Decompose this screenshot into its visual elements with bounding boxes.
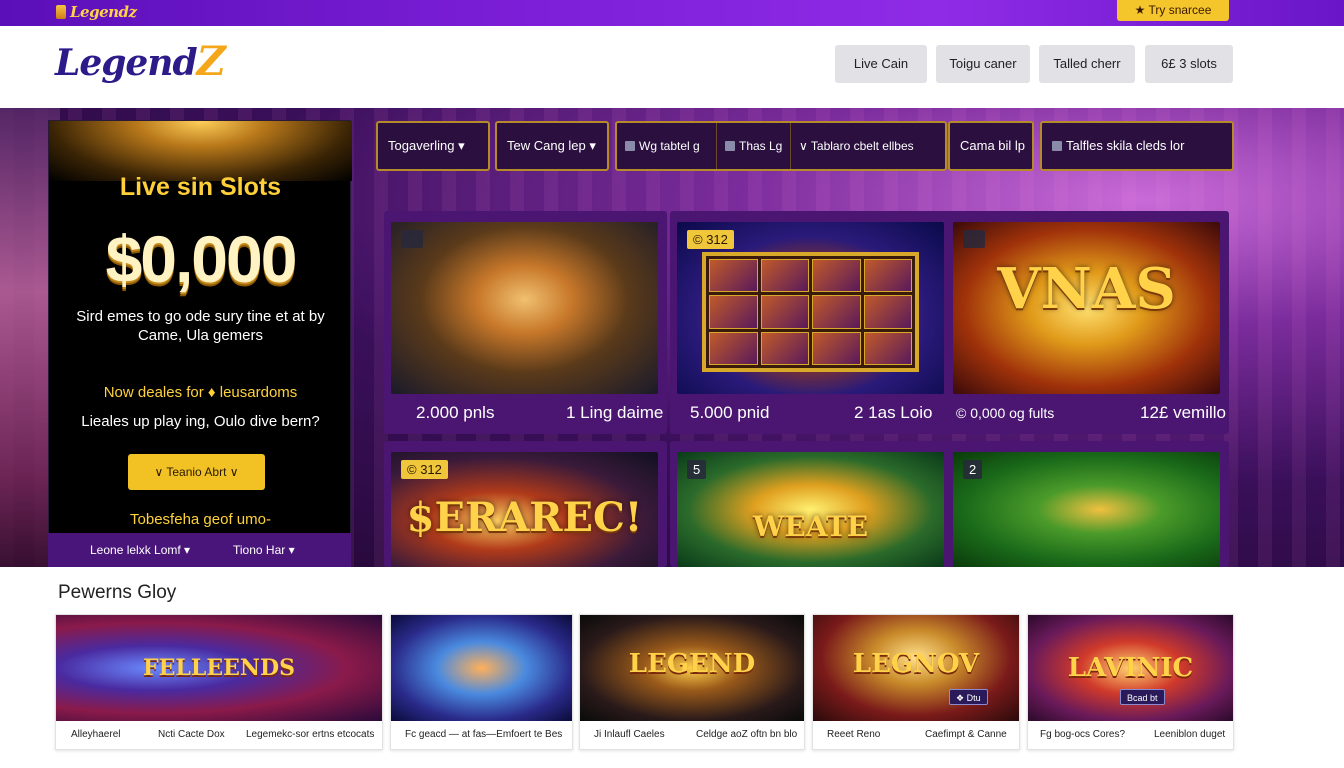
bottom-card-3[interactable]: LEGEND Ji Inlaufl Caeles Celdge aoZ oftn…: [579, 614, 805, 750]
filter-chip-1[interactable]: Wg tabtel g: [617, 123, 717, 169]
nav-talled-cherr[interactable]: Talled cherr: [1039, 45, 1135, 83]
promo-white-line: Lieales up play ing, Oulo dive bern?: [81, 413, 320, 430]
bottom-extra-label-1: Fg bog-ocs Cores?: [1040, 729, 1126, 740]
bottom-4-label-left: Ji Inlaufl Caeles: [594, 729, 665, 740]
game-1-left-meta: 2.000 pnls: [416, 403, 495, 422]
game-art-3: VNAS: [953, 222, 1220, 394]
bottom-4-label-right: Celdge aoZ oftn bn blo: [696, 729, 798, 740]
game-1-right-meta: 1 Ling daime: [566, 403, 664, 422]
filter-chip-3[interactable]: ∨ Tablaro cbelt ellbes: [791, 123, 945, 169]
bottom-extra-label-2: Leeniblon duget: [1154, 729, 1226, 740]
filter-chip-group: Wg tabtel g Thas Lg ∨ Tablaro cbelt ellb…: [615, 121, 947, 171]
logo-text: Legend: [55, 42, 198, 84]
promo-panel: Live sin Slots $0,000 Sird emes to go od…: [48, 120, 352, 567]
game-4-art-text: $ERAREC!: [406, 494, 643, 541]
bottom-3-label-left: Fc geacd — at fas—Emfoert te Bes: [405, 729, 563, 740]
bottom-1-label-right: Ncti Cacte Dox: [158, 729, 225, 740]
top-strip: Legendz ★ Try snarcee: [0, 0, 1344, 26]
bottom-5-chip[interactable]: Bcad bt: [1120, 689, 1165, 705]
bottom-1-label-left: Alleyhaerel: [71, 729, 121, 740]
hero-section: Live sin Slots $0,000 Sird emes to go od…: [0, 108, 1344, 567]
bottom-4-art-text: LEGNOV: [852, 649, 980, 679]
game-card-3[interactable]: VNAS © 0,000 og fults 12£ vemillo: [946, 211, 1229, 434]
game-art-1: [391, 222, 658, 394]
filter-dropdown-3[interactable]: Cama bil lp: [948, 121, 1034, 171]
bottom-art-1: FELLEENDS: [56, 615, 382, 721]
search-icon: [1052, 141, 1062, 151]
game-3-left-meta: © 0,000 og fults: [956, 405, 1055, 421]
game-badge-5: 5: [687, 460, 707, 479]
promo-amount: $0,000: [105, 222, 298, 296]
game-3-art-text: VNAS: [997, 256, 1176, 322]
chip-icon: [725, 141, 735, 151]
promo-glow: [49, 121, 352, 181]
game-badge-2: © 312: [687, 230, 734, 249]
game-art-2: © 312: [677, 222, 944, 394]
bottom-2-label-left: Legemekc-sor ertns etcocats: [246, 729, 375, 740]
logo-z: Z: [196, 38, 226, 85]
game-2-right-meta: 2 1as Loio: [854, 403, 933, 422]
game-art-5: WEATE 5: [677, 452, 944, 567]
game-card-5[interactable]: WEATE 5: [670, 441, 953, 567]
promo-title: Live sin Slots: [119, 173, 282, 201]
nav-live-cain[interactable]: Live Cain: [835, 45, 927, 83]
filter-search[interactable]: Talfles skila cleds lor: [1040, 121, 1234, 171]
filter-chip-3-label: ∨ Tablaro cbelt ellbes: [799, 139, 914, 153]
mini-logo[interactable]: Legendz: [56, 3, 137, 21]
nav-slots[interactable]: 6£ 3 slots: [1145, 45, 1233, 83]
game-art-6: 2: [953, 452, 1220, 567]
slot-reels: [702, 252, 919, 372]
bottom-3-art-text: LEGEND: [628, 649, 756, 679]
bottom-5-art-text: LAVINIC: [1067, 653, 1194, 683]
bottom-art-3: LEGEND: [580, 615, 804, 721]
bottom-5-label-left: Reeet Reno: [827, 729, 881, 740]
promo-footer-text: Tobesfeha geof umo-: [130, 511, 271, 528]
logo-mark-icon: [56, 5, 66, 19]
bottom-1-art-text: FELLEENDS: [143, 655, 295, 681]
filter-chip-1-label: Wg tabtel g: [639, 139, 700, 153]
chip-icon: [625, 141, 635, 151]
game-card-1[interactable]: 2.000 pnls 1 Ling daime: [384, 211, 667, 434]
bottom-art-2: [391, 615, 572, 721]
bottom-card-1[interactable]: FELLEENDS Alleyhaerel Ncti Cacte Dox Leg…: [55, 614, 383, 750]
game-2-left-meta: 5.000 pnid: [690, 403, 770, 422]
promo-subtitle: Sird emes to go ode sury tine et at by C…: [76, 308, 325, 344]
bottom-art-4: LEGNOV ❖ Dtu: [813, 615, 1019, 721]
bottom-card-4[interactable]: LEGNOV ❖ Dtu Reeet Reno Caefimpt & Canne: [812, 614, 1020, 750]
filter-bar: Togaverling ▾ Tew Cang lep ▾ Wg tabtel g…: [350, 108, 1344, 188]
top-promo-button[interactable]: ★ Try snarcee: [1117, 0, 1229, 21]
bottom-card-2[interactable]: Fc geacd — at fas—Emfoert te Bes: [390, 614, 573, 750]
promo-tab-1[interactable]: Leone lelxk Lomf ▾: [90, 543, 190, 557]
game-card-2[interactable]: © 312 5.000 pnid 2 1as Loio: [670, 211, 953, 434]
nav-toigu-caner[interactable]: Toigu caner: [936, 45, 1030, 83]
game-card-4[interactable]: $ERAREC! © 312: [384, 441, 667, 567]
game-3-right-meta: 12£ vemillo: [1140, 403, 1226, 422]
filter-chip-2-label: Thas Lg: [739, 139, 783, 153]
game-5-art-text: WEATE: [752, 510, 869, 543]
game-badge-4: © 312: [401, 460, 448, 479]
promo-tab-2[interactable]: Tiono Har ▾: [233, 543, 295, 557]
bottom-art-5: LAVINIC Bcad bt: [1028, 615, 1233, 721]
section-title: Pewerns Gloy: [58, 582, 177, 603]
filter-chip-2[interactable]: Thas Lg: [717, 123, 791, 169]
game-badge-6: 2: [963, 460, 983, 479]
game-badge-1: [401, 230, 423, 248]
game-badge-3: [963, 230, 985, 248]
header: LegendZ Live Cain Toigu caner Talled che…: [0, 26, 1344, 108]
mini-logo-text: Legendz: [70, 3, 137, 21]
bottom-card-5[interactable]: LAVINIC Bcad bt Fg bog-ocs Cores? Leenib…: [1027, 614, 1234, 750]
bottom-5-label-right: Caefimpt & Canne: [925, 729, 1007, 740]
site-logo[interactable]: LegendZ: [55, 38, 226, 85]
bottom-4-chip[interactable]: ❖ Dtu: [949, 689, 988, 705]
promo-cta-button[interactable]: ∨ Teanio Abrt ∨: [128, 454, 265, 490]
filter-search-label: Talfles skila cleds lor: [1066, 138, 1185, 153]
promo-yellow-line: Now deales for ♦ leusardoms: [103, 384, 298, 401]
filter-dropdown-1[interactable]: Togaverling ▾: [376, 121, 490, 171]
promo-tabs: Leone lelxk Lomf ▾ Tiono Har ▾: [48, 533, 351, 567]
game-art-4: $ERAREC! © 312: [391, 452, 658, 567]
filter-dropdown-2[interactable]: Tew Cang lep ▾: [495, 121, 609, 171]
game-card-6[interactable]: 2: [946, 441, 1229, 567]
